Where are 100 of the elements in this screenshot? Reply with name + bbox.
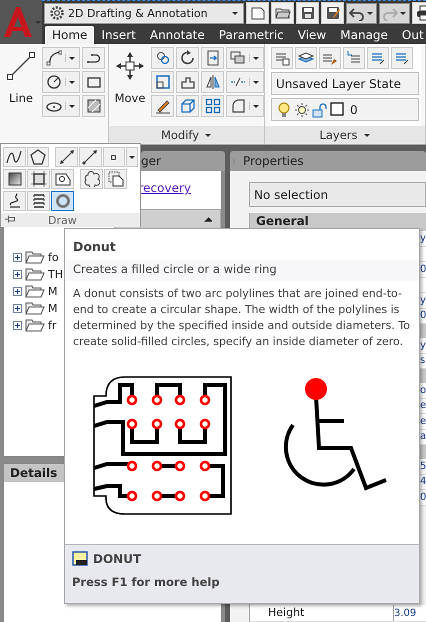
line-button[interactable]: Line <box>2 47 40 126</box>
property-value: 0 <box>420 310 426 322</box>
tool-button[interactable] <box>27 191 50 211</box>
tool-button[interactable] <box>102 147 126 167</box>
caret-icon <box>68 102 76 110</box>
floppy-pencil-icon <box>324 5 340 22</box>
property-value: e <box>420 416 426 427</box>
caret-icon <box>204 131 212 139</box>
ribbon-tab[interactable]: Manage <box>333 26 395 44</box>
tool-button[interactable] <box>82 71 105 93</box>
move-button[interactable]: Move <box>111 47 149 126</box>
tool-button[interactable] <box>151 71 174 93</box>
tool-button[interactable] <box>82 47 105 69</box>
ribbon-tab[interactable]: Out <box>394 26 426 44</box>
panel-title: Draw <box>48 214 77 226</box>
point-icon <box>111 154 116 160</box>
property-value: y <box>420 340 426 351</box>
ray-line-icon <box>82 149 98 165</box>
tree-item[interactable]: M <box>48 302 58 314</box>
tool-button[interactable] <box>295 47 317 69</box>
tool-button[interactable] <box>151 95 174 117</box>
tool-button[interactable] <box>3 147 26 167</box>
caret-icon <box>366 9 374 18</box>
toolbar-button[interactable] <box>271 2 294 24</box>
tool-button[interactable] <box>82 95 105 117</box>
trim-icon <box>204 50 220 66</box>
move-icon <box>115 51 145 81</box>
layer-state-dropdown[interactable]: Unsaved Layer State <box>271 72 419 95</box>
tool-button[interactable] <box>343 47 365 69</box>
rounded-corner-icon <box>230 98 246 114</box>
tree-item[interactable]: fr <box>48 318 56 332</box>
floppy-icon <box>300 5 316 22</box>
property-value: 4 <box>420 476 426 488</box>
palette-title: Properties <box>243 154 304 168</box>
folder-icon <box>25 250 45 264</box>
caret-icon <box>68 78 76 86</box>
tool-button[interactable] <box>201 71 224 93</box>
coil-icon <box>30 193 46 209</box>
command-name: DONUT <box>93 552 142 566</box>
tool-button[interactable] <box>151 47 174 69</box>
tool-button[interactable] <box>271 47 293 69</box>
split-button[interactable] <box>42 71 80 93</box>
ribbon-tab[interactable]: Home <box>45 26 94 44</box>
redo-button[interactable] <box>379 2 410 24</box>
workspace-name: 2D Drafting & Annotation <box>68 6 209 20</box>
helix-icon <box>6 193 22 209</box>
toolbar-button[interactable] <box>321 2 344 24</box>
split-button[interactable] <box>42 95 80 117</box>
layer-dropdown[interactable]: 0 <box>271 98 419 121</box>
dropdown-button[interactable] <box>126 147 138 167</box>
caret-icon <box>128 153 136 161</box>
tool-button[interactable] <box>3 191 26 211</box>
tool-button[interactable] <box>26 147 50 167</box>
undo-button[interactable] <box>346 2 377 24</box>
up-arrow-icon <box>203 214 212 224</box>
ribbon-tab[interactable]: Annotate <box>142 26 212 44</box>
split-button[interactable] <box>42 47 80 69</box>
tool-button[interactable] <box>201 47 224 69</box>
toolbar-button[interactable] <box>246 2 269 24</box>
tree-item[interactable]: TH <box>48 268 63 280</box>
caret-icon <box>252 54 260 62</box>
tool-button[interactable] <box>27 169 50 189</box>
tool-button[interactable] <box>78 147 102 167</box>
tool-button[interactable] <box>3 169 26 189</box>
caret-icon <box>34 18 42 26</box>
split-button[interactable] <box>226 47 264 69</box>
tool-button[interactable] <box>319 47 341 69</box>
split-button[interactable] <box>226 95 264 117</box>
tool-button[interactable] <box>55 147 78 167</box>
selection-dropdown[interactable]: No selection <box>249 182 426 207</box>
sun-icon <box>294 102 310 118</box>
caret-icon <box>252 102 260 110</box>
folder-icon <box>25 318 45 332</box>
property-value: 0 <box>420 264 426 275</box>
property-value: s <box>420 355 426 366</box>
tree-item[interactable]: M <box>48 284 58 298</box>
property-value: 5 <box>420 460 426 472</box>
ribbon-tab[interactable]: View <box>290 26 334 44</box>
palette-tab[interactable]: ger <box>141 151 225 171</box>
command-window-icon <box>72 551 88 567</box>
ribbon-tab[interactable]: Insert <box>94 26 143 44</box>
pentagon-icon <box>30 149 46 165</box>
tool-button[interactable] <box>176 47 199 69</box>
toolbar-button[interactable] <box>296 2 319 24</box>
tool-button[interactable] <box>80 169 103 189</box>
ribbon-tab[interactable]: Parametric <box>212 26 291 44</box>
workspace-dropdown[interactable]: 2D Drafting & Annotation <box>44 2 244 24</box>
page-icon <box>250 5 266 22</box>
tree-item[interactable]: fo <box>48 250 59 264</box>
tool-button[interactable] <box>176 71 199 93</box>
mirror-icon <box>204 74 220 90</box>
boundary-icon <box>30 171 46 187</box>
lightbulb-icon <box>276 102 292 118</box>
tooltip-title: Donut <box>72 238 117 256</box>
tool-button[interactable] <box>104 169 127 189</box>
caret-icon <box>68 54 76 62</box>
pencil-icon <box>154 98 170 114</box>
overlap-icon <box>230 50 246 66</box>
tool-button[interactable] <box>51 169 74 189</box>
layer-name: 0 <box>350 102 358 116</box>
